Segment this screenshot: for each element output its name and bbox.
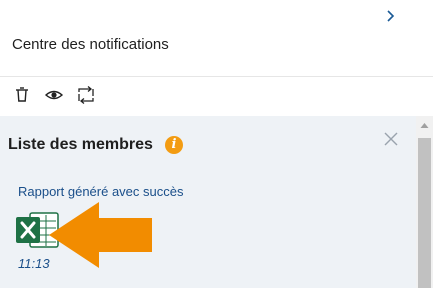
trash-icon[interactable] — [12, 85, 32, 105]
scroll-up-arrow-icon[interactable] — [416, 116, 433, 136]
panel-header: Centre des notifications — [0, 0, 433, 77]
report-link[interactable]: Rapport généré avec succès — [18, 184, 183, 199]
toolbar — [0, 77, 433, 115]
scrollbar[interactable] — [416, 116, 433, 288]
chevron-right-icon[interactable] — [380, 6, 400, 26]
swap-icon[interactable] — [76, 85, 96, 105]
pointer-arrow — [49, 202, 152, 268]
eye-icon[interactable] — [44, 85, 64, 105]
card-title: Liste des membres — [8, 136, 153, 153]
close-icon[interactable] — [382, 130, 400, 148]
scrollbar-thumb[interactable] — [418, 138, 431, 288]
notification-panel: Centre des notifications Liste des membr… — [0, 0, 433, 288]
timestamp: 11:13 — [18, 256, 50, 271]
notification-card: Liste des membres i Rapport généré avec … — [0, 116, 416, 288]
info-icon[interactable]: i — [165, 136, 183, 154]
panel-title: Centre des notifications — [12, 36, 169, 53]
